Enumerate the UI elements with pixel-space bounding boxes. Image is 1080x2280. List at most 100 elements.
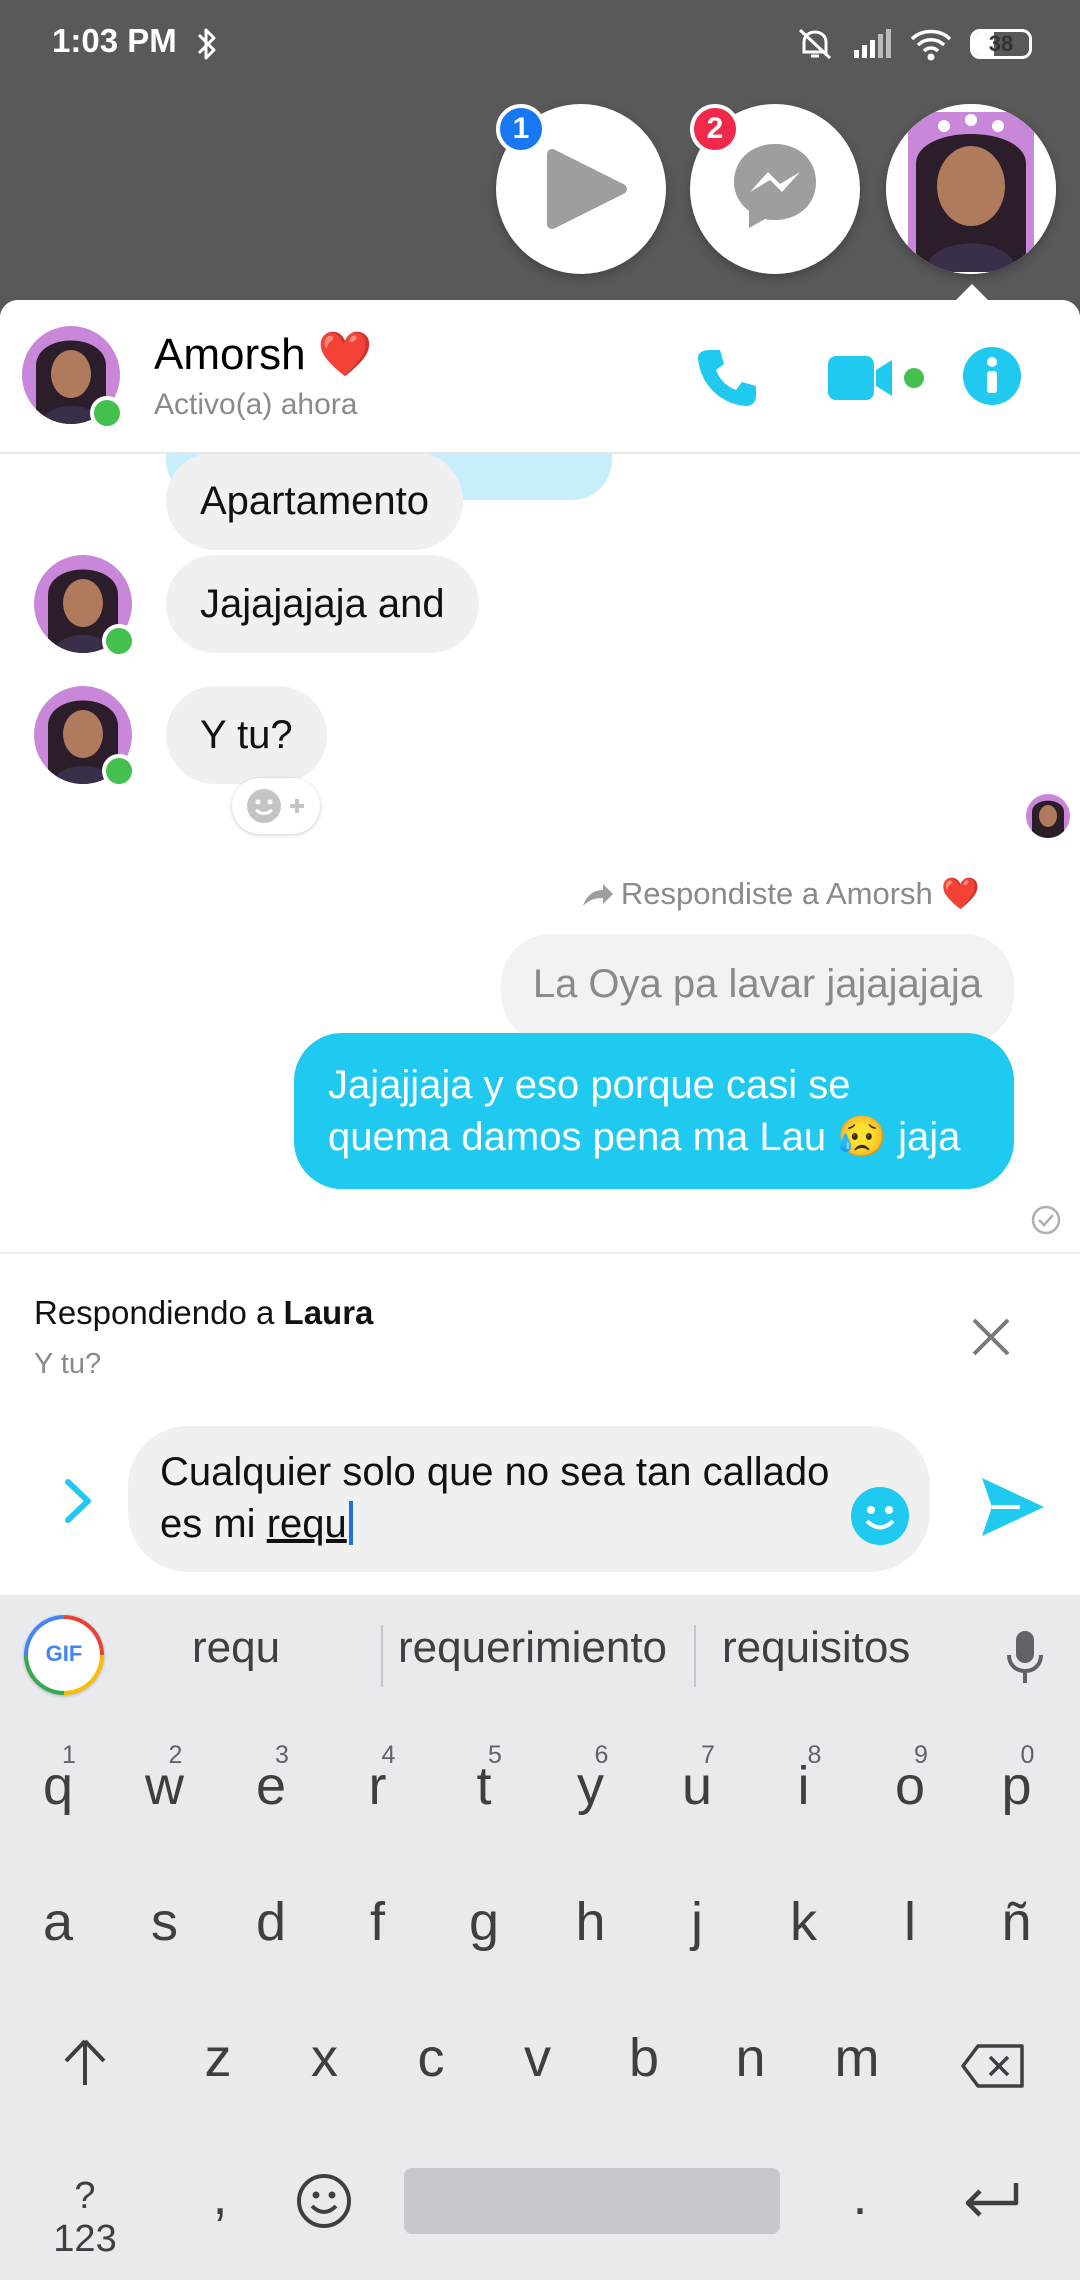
key-d[interactable]: d	[231, 1891, 311, 1953]
reply-arrow-icon	[582, 884, 613, 906]
space-key[interactable]	[404, 2168, 780, 2234]
key-f[interactable]: f	[338, 1891, 418, 1953]
key-r[interactable]: r	[338, 1755, 418, 1817]
gif-label: GIF	[45, 1641, 83, 1666]
notification-badge: 1	[496, 104, 546, 154]
online-indicator	[102, 624, 136, 658]
emoji-key-icon[interactable]	[296, 2173, 352, 2229]
suggestion-2[interactable]: requerimiento	[398, 1623, 667, 1673]
key-b[interactable]: b	[604, 2027, 684, 2089]
key-i[interactable]: i	[764, 1755, 844, 1817]
key-hint: 7	[701, 1741, 715, 1769]
seen-avatar-image	[1026, 794, 1070, 838]
key-j[interactable]: j	[657, 1891, 737, 1953]
battery-level: 38	[988, 31, 1014, 56]
gif-button[interactable]: GIF	[24, 1615, 104, 1695]
message-input-composing: requ	[266, 1502, 347, 1546]
active-status: Activo(a) ahora	[154, 388, 358, 421]
key-s[interactable]: s	[125, 1891, 205, 1953]
key-v[interactable]: v	[498, 2027, 578, 2089]
expand-actions-icon[interactable]	[60, 1476, 96, 1526]
key-e[interactable]: e	[231, 1755, 311, 1817]
key-h[interactable]: h	[551, 1891, 631, 1953]
chat-head-contact[interactable]	[886, 104, 1056, 274]
contact-name[interactable]: Amorsh ❤️	[154, 328, 373, 380]
key-hint: 3	[275, 1741, 289, 1769]
key-m[interactable]: m	[817, 2027, 897, 2089]
messenger-icon	[734, 144, 816, 228]
key-z[interactable]: z	[178, 2027, 258, 2089]
signal-icon	[854, 29, 891, 58]
replying-to-quote: Y tu?	[34, 1348, 102, 1380]
keyboard: GIF requ requerimiento requisitos q1 w2 e3…	[0, 1595, 1080, 2280]
status-bar: 1:03 PM 38	[0, 0, 1080, 92]
key-k[interactable]: k	[764, 1891, 844, 1953]
key-c[interactable]: c	[391, 2027, 471, 2089]
message-input[interactable]: Cualquier solo que no sea tan callado es…	[128, 1426, 930, 1572]
key-n[interactable]: n	[711, 2027, 791, 2089]
replying-to-title: Respondiendo a Laura	[34, 1294, 373, 1332]
emoji-icon[interactable]	[850, 1486, 910, 1546]
key-hint: 5	[488, 1741, 502, 1769]
add-reaction-button[interactable]	[232, 778, 320, 834]
message-input-text[interactable]: Cualquier solo que no sea tan callado es…	[160, 1446, 840, 1550]
heart-emoji: ❤️	[317, 330, 373, 379]
key-t[interactable]: t	[444, 1755, 524, 1817]
chat-head-messenger[interactable]: 2	[690, 104, 860, 274]
comma-key[interactable]: ,	[180, 2165, 260, 2227]
key-hint: 0	[1020, 1741, 1035, 1769]
status-time: 1:03 PM	[52, 22, 177, 59]
sent-check-icon	[1031, 1205, 1061, 1235]
key-l[interactable]: l	[870, 1891, 950, 1953]
period-key[interactable]: .	[820, 2165, 900, 2227]
message-bubble[interactable]: Apartamento	[166, 452, 464, 550]
divider	[381, 1625, 383, 1687]
replying-to-name: Laura	[283, 1294, 374, 1331]
enter-icon[interactable]	[962, 2179, 1020, 2223]
backspace-icon[interactable]	[960, 2043, 1026, 2089]
message-bubble[interactable]: Jajajajaja and	[166, 555, 479, 653]
key-ñ[interactable]: ñ	[977, 1891, 1057, 1953]
wifi-icon	[910, 29, 952, 61]
outgoing-message-bubble[interactable]: Jajajjaja y eso porque casi se quema dam…	[294, 1033, 1014, 1189]
contact-name-text: Amorsh	[154, 330, 306, 379]
key-o[interactable]: o	[870, 1755, 950, 1817]
microphone-icon[interactable]	[1006, 1629, 1044, 1687]
key-p[interactable]: p	[977, 1755, 1057, 1817]
chat-header: Amorsh ❤️ Activo(a) ahora	[0, 300, 1080, 454]
phone-icon[interactable]	[696, 346, 758, 408]
symbols-key[interactable]: ?123	[45, 2175, 125, 2261]
info-icon[interactable]	[962, 346, 1022, 406]
play-icon	[547, 149, 627, 229]
replying-to-bar: Respondiendo a Laura Y tu?	[0, 1252, 1080, 1384]
close-icon[interactable]	[966, 1312, 1016, 1362]
quoted-message[interactable]: La Oya pa lavar jajajajaja	[500, 934, 1014, 1044]
replying-to-prefix: Respondiendo a	[34, 1294, 284, 1331]
key-hint: 8	[807, 1741, 822, 1769]
key-w[interactable]: w	[125, 1755, 205, 1817]
key-hint: 6	[594, 1741, 609, 1769]
suggestion-strip: GIF requ requerimiento requisitos	[0, 1595, 1080, 1715]
key-a[interactable]: a	[18, 1891, 98, 1953]
suggestion-1[interactable]: requ	[192, 1623, 280, 1673]
key-hint: 9	[914, 1741, 928, 1769]
mute-icon	[798, 28, 832, 60]
video-call-icon[interactable]	[828, 352, 924, 404]
message-bubble[interactable]: Y tu?	[166, 686, 327, 784]
key-q[interactable]: q	[18, 1755, 98, 1817]
chat-head-video[interactable]: 1	[496, 104, 666, 274]
online-indicator	[102, 754, 136, 788]
replied-to-label: Respondiste a Amorsh ❤️	[581, 875, 980, 912]
bluetooth-icon	[197, 28, 216, 60]
seen-avatar	[1026, 794, 1070, 838]
online-indicator	[90, 396, 124, 430]
key-y[interactable]: y	[551, 1755, 631, 1817]
key-g[interactable]: g	[444, 1891, 524, 1953]
conversation-card: Amorsh ❤️ Activo(a) ahora Apartamento Ja…	[0, 300, 1080, 1595]
shift-icon[interactable]	[62, 2037, 108, 2087]
suggestion-3[interactable]: requisitos	[722, 1623, 910, 1673]
battery-indicator: 38	[970, 29, 1032, 59]
send-icon[interactable]	[980, 1476, 1046, 1538]
key-x[interactable]: x	[285, 2027, 365, 2089]
key-u[interactable]: u	[657, 1755, 737, 1817]
